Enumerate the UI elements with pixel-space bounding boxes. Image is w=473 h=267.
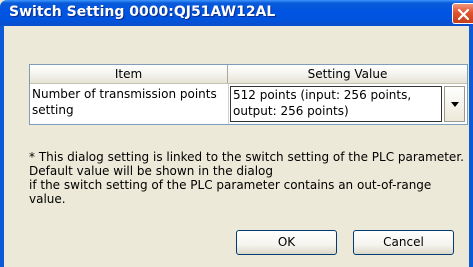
column-header-setting-value[interactable]: Setting Value	[228, 65, 467, 83]
column-header-item[interactable]: Item	[30, 65, 228, 83]
ok-button[interactable]: OK	[236, 230, 337, 255]
switch-setting-dialog: Switch Setting 0000:QJ51AW12AL Item Sett…	[0, 0, 473, 267]
info-note: * This dialog setting is linked to the s…	[29, 150, 464, 206]
table-header: Item Setting Value	[30, 65, 467, 84]
dropdown-button[interactable]	[444, 86, 465, 122]
title-bar[interactable]: Switch Setting 0000:QJ51AW12AL	[0, 0, 473, 26]
close-icon	[457, 8, 470, 21]
chevron-down-icon	[451, 102, 459, 107]
item-cell: Number of transmission points setting	[32, 87, 217, 117]
window-title: Switch Setting 0000:QJ51AW12AL	[9, 4, 276, 20]
setting-value-select[interactable]: 512 points (input: 256 points, output: 2…	[230, 86, 442, 122]
settings-table: Item Setting Value Number of transmissio…	[29, 64, 468, 125]
window-frame-left	[0, 26, 4, 267]
close-button[interactable]	[452, 3, 473, 24]
window-frame-right	[469, 26, 473, 267]
cancel-button[interactable]: Cancel	[353, 230, 454, 255]
table-row: Number of transmission points setting 51…	[30, 84, 467, 124]
column-divider	[228, 84, 229, 124]
